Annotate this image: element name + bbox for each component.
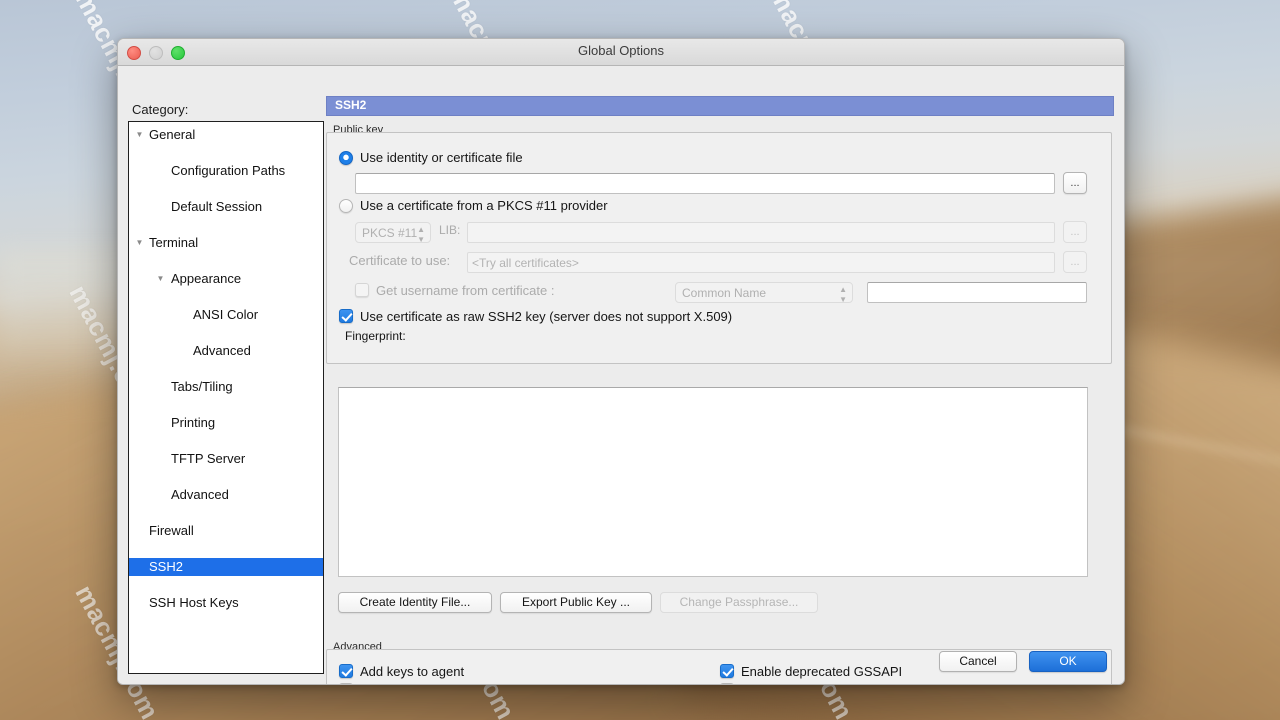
ok-button[interactable]: OK <box>1029 651 1107 672</box>
sidebar-item-label: Default Session <box>171 199 263 214</box>
sidebar-item-label: SSH2 <box>149 559 183 574</box>
window-titlebar[interactable]: Global Options <box>118 39 1124 66</box>
use-identity-radio[interactable] <box>339 151 353 165</box>
export-public-key-button[interactable]: Export Public Key ... <box>500 592 652 613</box>
window-title: Global Options <box>578 43 664 58</box>
pkcs-provider-select-value: PKCS #11 <box>362 226 418 240</box>
stepper-arrows-icon: ▲ ▼ <box>417 225 425 243</box>
sidebar-item-label: Firewall <box>149 523 194 538</box>
use-identity-radio-label: Use identity or certificate file <box>360 150 523 165</box>
sidebar-item-tftp-server[interactable]: TFTP Server <box>129 450 323 468</box>
change-passphrase-button[interactable]: Change Passphrase... <box>660 592 818 613</box>
add-keys-to-agent-checkbox[interactable] <box>339 664 353 678</box>
enable-openssh-agent-forwarding-label: Enable OpenSSH agent forwarding <box>360 683 563 684</box>
cache-session-password-checkbox[interactable] <box>720 683 734 684</box>
fingerprint-textarea[interactable] <box>338 387 1088 577</box>
chevron-down-icon[interactable]: ▼ <box>133 234 146 252</box>
sidebar-item-configuration-paths[interactable]: Configuration Paths <box>129 162 323 180</box>
enable-deprecated-gssapi-checkbox[interactable] <box>720 664 734 678</box>
certificate-to-use-input[interactable]: <Try all certificates> <box>467 252 1055 273</box>
use-pkcs11-radio[interactable] <box>339 199 353 213</box>
chevron-down-icon[interactable]: ▼ <box>133 126 146 144</box>
sidebar-item-appearance[interactable]: ▼ Appearance <box>129 270 323 288</box>
lib-path-input[interactable] <box>467 222 1055 243</box>
sidebar-item-label: Advanced <box>171 487 229 502</box>
sidebar-item-label: Tabs/Tiling <box>171 379 233 394</box>
settings-content-pane: SSH2 Public key Use identity or certific… <box>326 96 1114 684</box>
pkcs-provider-select[interactable]: PKCS #11 ▲ ▼ <box>355 222 431 243</box>
stepper-arrows-icon: ▲ ▼ <box>839 285 847 303</box>
sidebar-item-terminal[interactable]: ▼ Terminal <box>129 234 323 252</box>
use-raw-ssh2-key-label: Use certificate as raw SSH2 key (server … <box>360 309 733 324</box>
sidebar-item-ansi-color[interactable]: ANSI Color <box>129 306 323 324</box>
sidebar-item-label: General <box>149 127 196 142</box>
sidebar-item-general[interactable]: ▼ General <box>129 126 323 144</box>
ssh2-section-header-label: SSH2 <box>335 98 367 112</box>
fingerprint-label: Fingerprint: <box>345 329 406 343</box>
sidebar-item-printing[interactable]: Printing <box>129 414 323 432</box>
category-label: Category: <box>132 102 189 117</box>
window-body: Category: ▼ General Configuration Paths … <box>118 66 1124 684</box>
public-key-group: Use identity or certificate file ... Use… <box>326 132 1112 364</box>
enable-deprecated-gssapi-label: Enable deprecated GSSAPI <box>741 664 903 679</box>
sidebar-item-label: SSH Host Keys <box>149 595 239 610</box>
chevron-down-icon[interactable]: ▼ <box>154 270 167 288</box>
sidebar-item-tabs-tiling[interactable]: Tabs/Tiling <box>129 378 323 396</box>
sidebar-item-label: TFTP Server <box>171 451 246 466</box>
sidebar-item-ssh2[interactable]: SSH2 <box>129 558 323 576</box>
sidebar-item-label: Printing <box>171 415 216 430</box>
username-source-select[interactable]: Common Name ▲ ▼ <box>675 282 853 303</box>
sidebar-item-default-session[interactable]: Default Session <box>129 198 323 216</box>
use-pkcs11-radio-label: Use a certificate from a PKCS #11 provid… <box>360 198 608 213</box>
global-options-window: Global Options Category: ▼ General Confi… <box>117 38 1125 685</box>
sidebar-item-terminal-advanced[interactable]: Advanced <box>129 486 323 504</box>
cache-session-password-label: Cache session password <box>741 683 886 684</box>
sidebar-item-appearance-advanced[interactable]: Advanced <box>129 342 323 360</box>
sidebar-item-firewall[interactable]: Firewall <box>129 522 323 540</box>
certificate-to-use-label: Certificate to use: <box>349 253 451 268</box>
use-raw-ssh2-key-checkbox[interactable] <box>339 309 353 323</box>
category-tree[interactable]: ▼ General Configuration Paths Default Se… <box>128 121 324 674</box>
certificate-browse-button[interactable]: ... <box>1063 251 1087 273</box>
get-username-from-certificate-label: Get username from certificate : <box>376 283 555 298</box>
cancel-button[interactable]: Cancel <box>939 651 1017 672</box>
enable-openssh-agent-forwarding-checkbox[interactable] <box>339 683 353 684</box>
create-identity-file-button[interactable]: Create Identity File... <box>338 592 492 613</box>
sidebar-item-label: Configuration Paths <box>171 163 286 178</box>
sidebar-item-label: Appearance <box>171 271 242 286</box>
get-username-from-certificate-checkbox[interactable] <box>355 283 369 297</box>
add-keys-to-agent-label: Add keys to agent <box>360 664 465 679</box>
lib-label: LIB: <box>439 223 461 237</box>
username-input[interactable] <box>867 282 1087 303</box>
ssh2-section-header: SSH2 <box>326 96 1114 116</box>
lib-browse-button[interactable]: ... <box>1063 221 1087 243</box>
sidebar-item-label: Terminal <box>149 235 199 250</box>
sidebar-item-ssh-host-keys[interactable]: SSH Host Keys <box>129 594 323 612</box>
identity-file-input[interactable] <box>355 173 1055 194</box>
sidebar-item-label: ANSI Color <box>193 307 259 322</box>
username-source-select-value: Common Name <box>682 286 767 300</box>
sidebar-item-label: Advanced <box>193 343 251 358</box>
identity-file-browse-button[interactable]: ... <box>1063 172 1087 194</box>
